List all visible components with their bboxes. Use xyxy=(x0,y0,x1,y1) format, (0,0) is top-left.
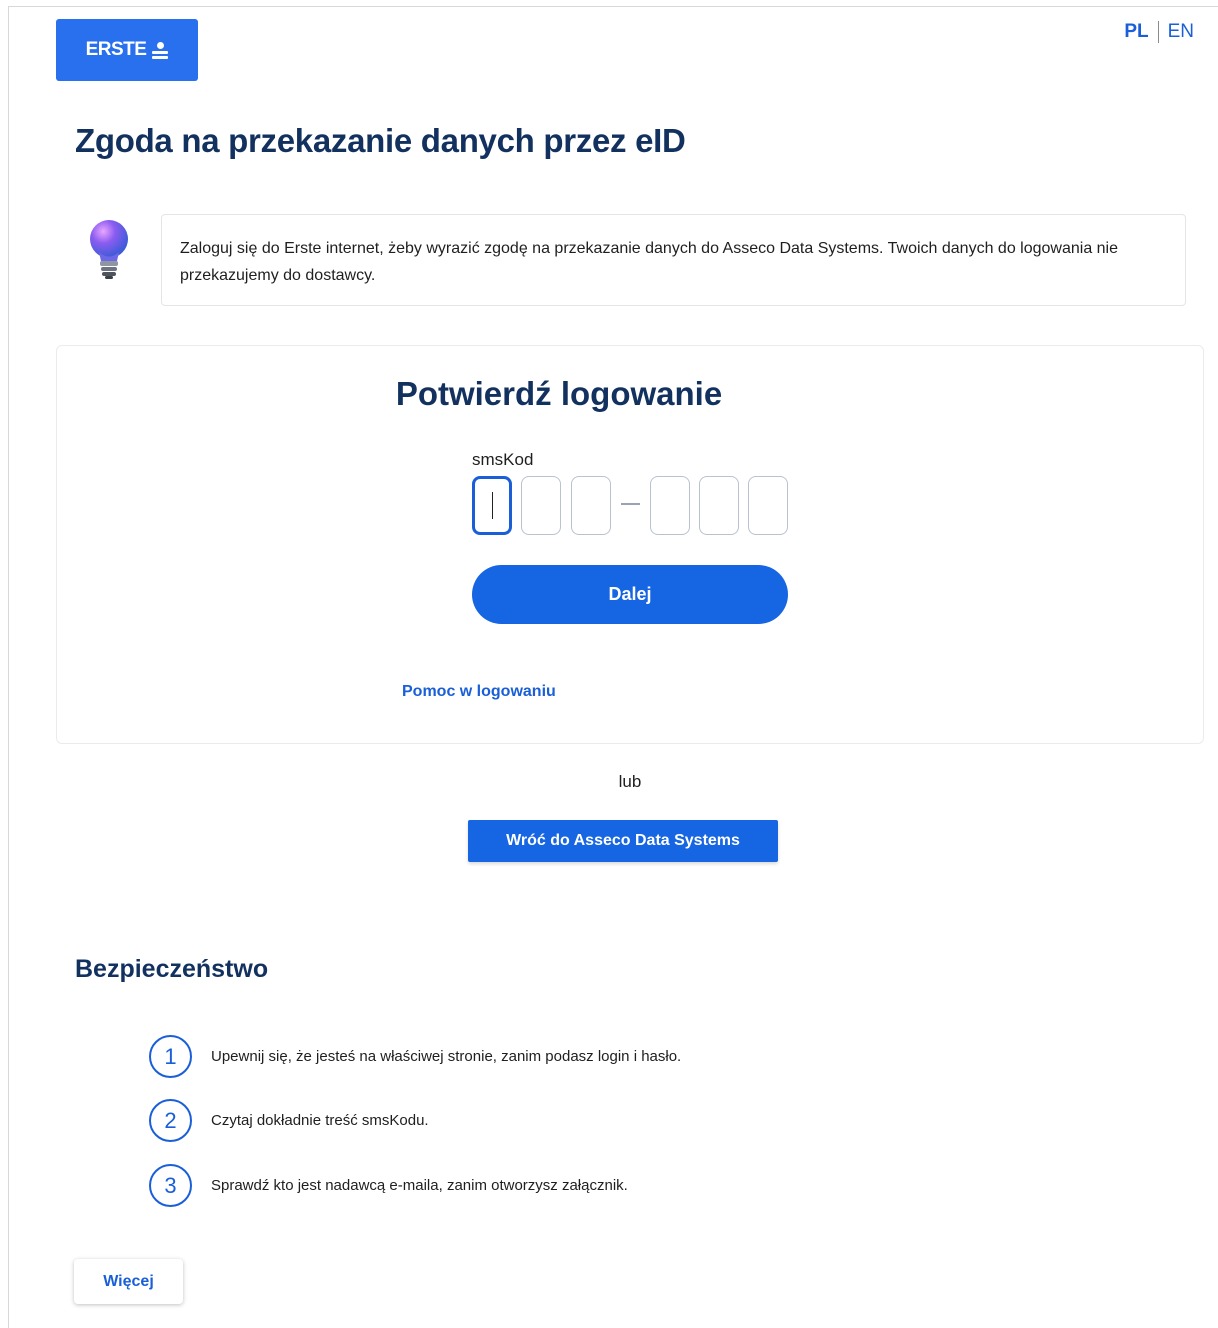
tip-number-1-icon: 1 xyxy=(149,1035,192,1078)
sms-digit-4-input[interactable] xyxy=(650,476,690,535)
page-frame-left xyxy=(8,6,9,1328)
sms-digit-3-input[interactable] xyxy=(571,476,611,535)
or-separator-text: lub xyxy=(618,772,642,791)
more-button[interactable]: Więcej xyxy=(74,1259,183,1304)
security-tip: 2 Czytaj dokładnie treść smsKodu. xyxy=(149,1099,429,1142)
erste-s-icon xyxy=(152,41,169,59)
security-section-title: Bezpieczeństwo xyxy=(75,955,269,983)
security-tip: 1 Upewnij się, że jesteś na właściwej st… xyxy=(149,1035,681,1078)
lang-divider xyxy=(1157,21,1159,43)
tip-text: Czytaj dokładnie treść smsKodu. xyxy=(211,1112,429,1129)
lightbulb-icon xyxy=(90,220,128,279)
page-title: Zgoda na przekazanie danych przez eID xyxy=(75,122,686,159)
tip-number-3-icon: 3 xyxy=(149,1164,192,1207)
security-tip: 3 Sprawdź kto jest nadawcą e-maila, zani… xyxy=(149,1164,628,1207)
sms-digit-1-input[interactable] xyxy=(472,476,512,535)
return-to-provider-button[interactable]: Wróć do Asseco Data Systems xyxy=(468,820,778,862)
sms-digit-5-input[interactable] xyxy=(699,476,739,535)
sms-code-label: smsKod xyxy=(472,450,534,469)
text-caret xyxy=(492,492,493,519)
logo-text: ERSTE xyxy=(85,39,147,60)
tip-text: Sprawdź kto jest nadawcą e-maila, zanim … xyxy=(211,1177,628,1194)
erste-logo[interactable]: ERSTE xyxy=(56,19,198,81)
login-help-link[interactable]: Pomoc w logowaniu xyxy=(402,683,556,701)
next-button[interactable]: Dalej xyxy=(472,565,788,624)
lang-pl-link[interactable]: PL xyxy=(1124,21,1148,43)
sms-digit-2-input[interactable] xyxy=(521,476,561,535)
sms-code-separator xyxy=(621,503,640,505)
lang-en-link[interactable]: EN xyxy=(1168,21,1194,43)
info-text: Zaloguj się do Erste internet, żeby wyra… xyxy=(180,240,1119,284)
language-switcher: PL EN xyxy=(1124,21,1194,43)
page-frame-top xyxy=(8,6,1218,7)
tip-text: Upewnij się, że jesteś na właściwej stro… xyxy=(211,1048,682,1065)
sms-digit-6-input[interactable] xyxy=(748,476,788,535)
tip-number-2-icon: 2 xyxy=(149,1099,192,1142)
login-title: Potwierdź logowanie xyxy=(395,375,723,412)
info-box: Zaloguj się do Erste internet, żeby wyra… xyxy=(161,214,1186,306)
